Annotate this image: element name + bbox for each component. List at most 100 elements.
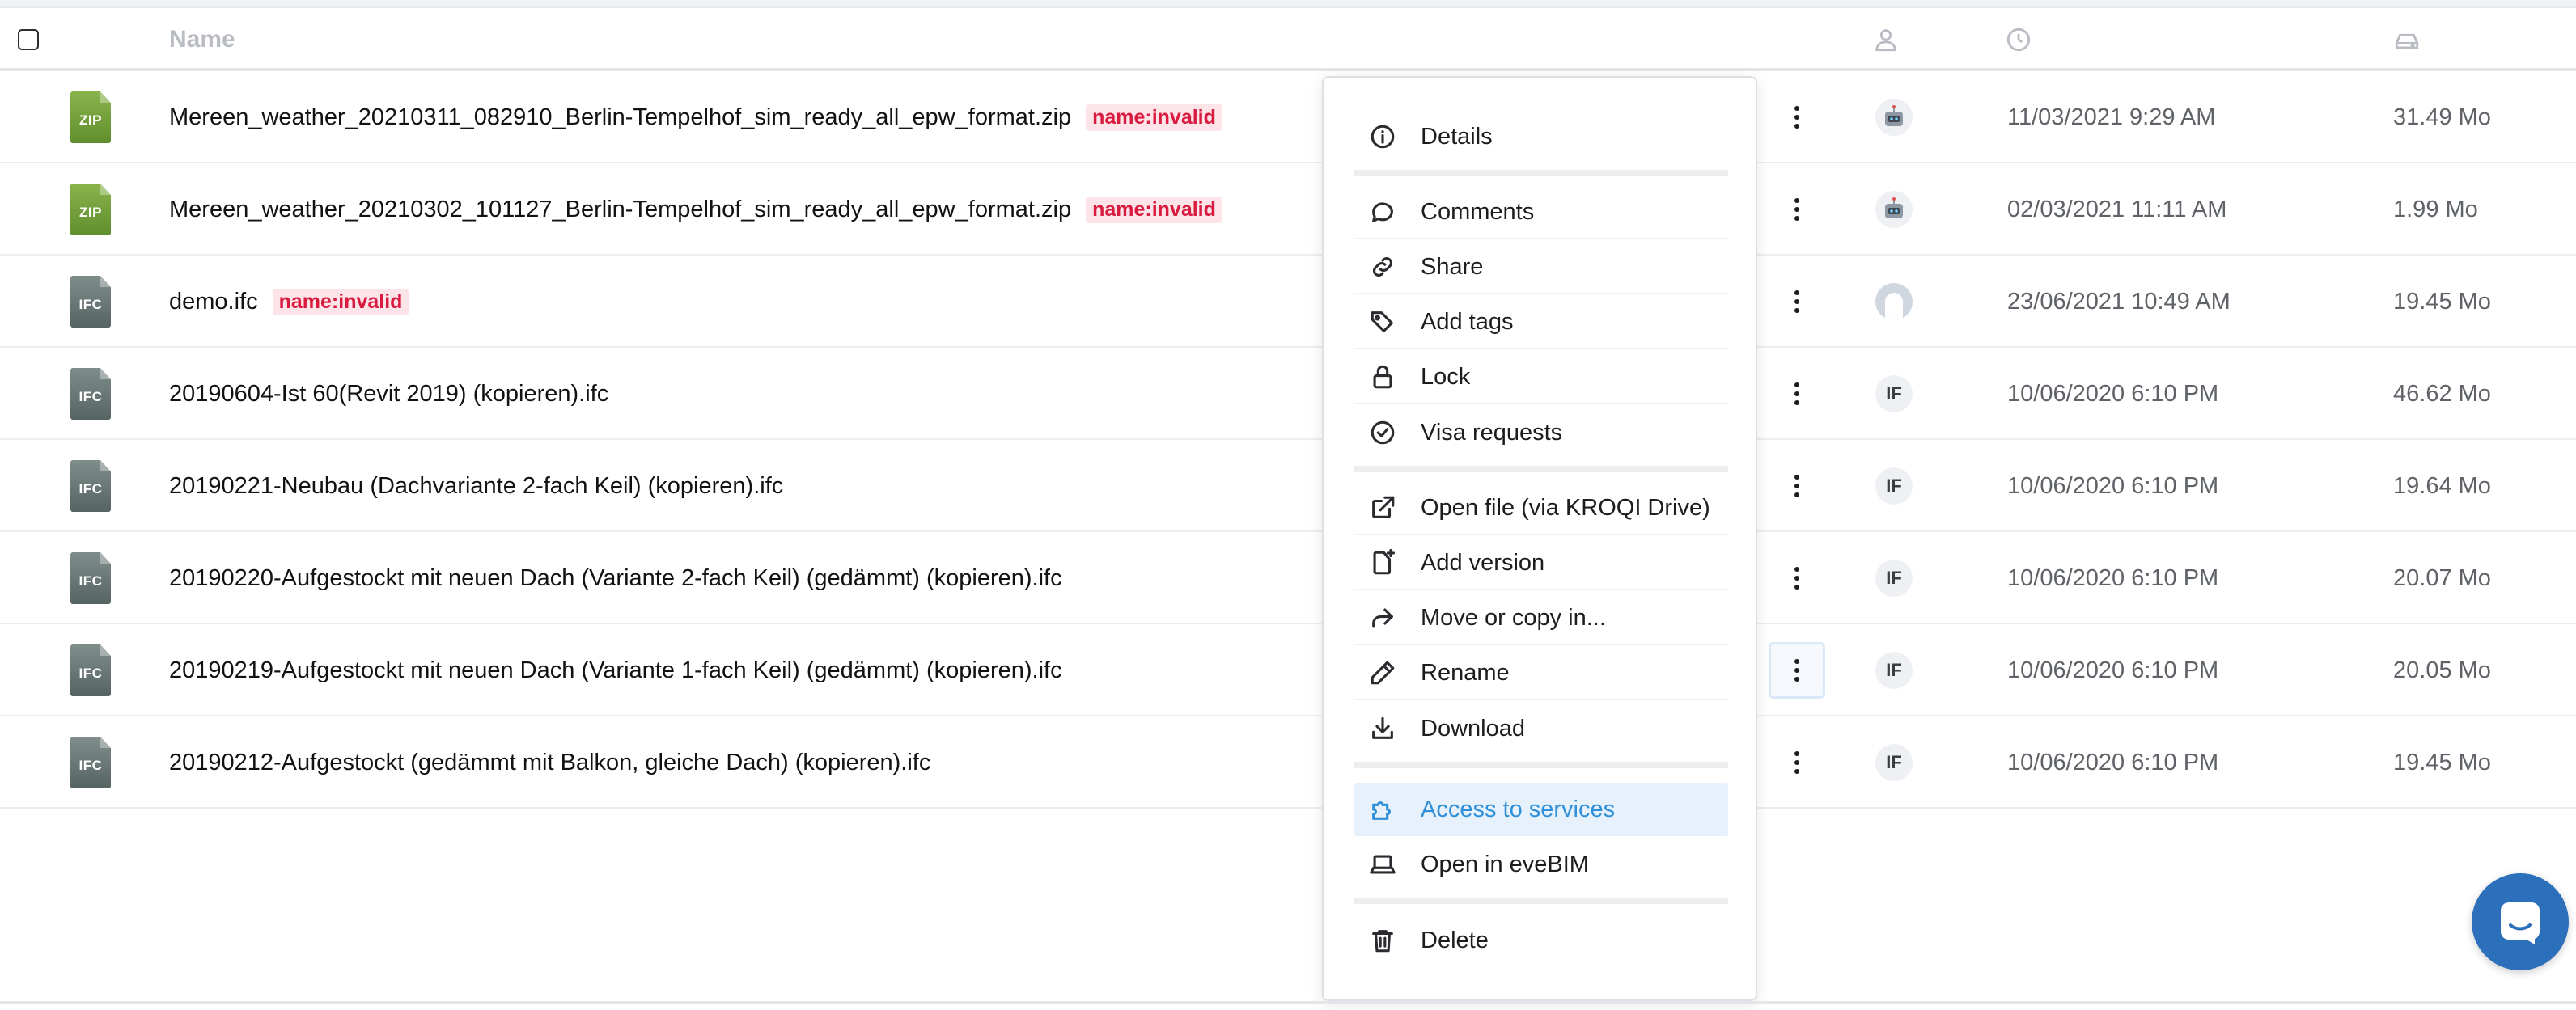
row-actions-button[interactable] <box>1769 550 1825 606</box>
menu-item-access-services[interactable]: Access to services <box>1354 783 1728 836</box>
table-row[interactable]: IFC demo.ifc name:invalid 23/06/2021 10:4… <box>0 256 2576 348</box>
menu-item-label: Access to services <box>1421 796 1616 822</box>
table-header: Name <box>0 8 2576 71</box>
menu-item-label: Move or copy in... <box>1421 604 1606 631</box>
menu-item-lock[interactable]: Lock <box>1354 351 1728 404</box>
menu-divider <box>1354 170 1728 176</box>
file-name[interactable]: 20190220-Aufgestockt mit neuen Dach (Var… <box>169 565 1062 592</box>
ifc-file-icon: IFC <box>70 460 111 512</box>
file-name[interactable]: 20190221-Neubau (Dachvariante 2-fach Kei… <box>169 473 783 500</box>
robot-icon <box>1885 197 1903 218</box>
more-vertical-icon <box>1794 565 1799 592</box>
menu-item-add-version[interactable]: Add version <box>1354 537 1728 590</box>
ifc-file-icon: IFC <box>70 644 111 696</box>
table-row[interactable]: IFC 20190219-Aufgestockt mit neuen Dach … <box>0 624 2576 716</box>
chat-launcher-button[interactable] <box>2472 873 2569 970</box>
invalid-name-tag: name:invalid <box>1086 196 1222 223</box>
more-vertical-icon <box>1794 473 1799 500</box>
menu-item-label: Visa requests <box>1421 419 1563 446</box>
file-size: 20.05 Mo <box>2393 657 2491 683</box>
more-vertical-icon <box>1794 289 1799 315</box>
modified-date: 11/03/2021 9:29 AM <box>2007 104 2216 130</box>
ifc-file-icon: IFC <box>70 368 111 420</box>
menu-item-add-tags[interactable]: Add tags <box>1354 296 1728 349</box>
name-column-header[interactable]: Name <box>169 26 235 53</box>
menu-item-visa-requests[interactable]: Visa requests <box>1354 406 1728 459</box>
row-actions-button[interactable] <box>1769 458 1825 514</box>
menu-item-move-copy[interactable]: Move or copy in... <box>1354 592 1728 645</box>
menu-item-label: Share <box>1421 253 1484 280</box>
menu-item-label: Download <box>1421 715 1525 742</box>
laptop-icon <box>1370 855 1396 874</box>
table-row[interactable]: IFC 20190220-Aufgestockt mit neuen Dach … <box>0 532 2576 624</box>
modified-date: 10/06/2020 6:10 PM <box>2007 657 2219 683</box>
row-actions-button[interactable] <box>1769 181 1825 238</box>
row-actions-button-active[interactable] <box>1769 642 1825 699</box>
row-actions-button[interactable] <box>1769 89 1825 146</box>
table-row[interactable]: IFC 20190212-Aufgestockt (gedämmt mit Ba… <box>0 716 2576 809</box>
external-link-icon <box>1372 496 1395 518</box>
lock-icon <box>1373 365 1392 389</box>
robot-icon <box>1885 105 1903 126</box>
file-size: 46.62 Mo <box>2393 380 2491 407</box>
modified-date: 10/06/2020 6:10 PM <box>2007 749 2219 775</box>
link-icon <box>1372 256 1393 277</box>
menu-item-details[interactable]: Details <box>1354 110 1728 163</box>
table-row[interactable]: IFC 20190221-Neubau (Dachvariante 2-fach… <box>0 440 2576 532</box>
avatar: IF <box>1875 744 1913 781</box>
table-row[interactable]: IFC 20190604-Ist 60(Revit 2019) (kopiere… <box>0 348 2576 440</box>
more-vertical-icon <box>1794 750 1799 776</box>
row-actions-button[interactable] <box>1769 366 1825 422</box>
puzzle-icon <box>1372 801 1391 820</box>
select-all-checkbox[interactable] <box>18 29 39 50</box>
zip-file-icon: ZIP <box>70 184 111 235</box>
file-size: 20.07 Mo <box>2393 564 2491 591</box>
file-name[interactable]: demo.ifc <box>169 289 258 315</box>
menu-divider <box>1354 898 1728 904</box>
menu-item-comments[interactable]: Comments <box>1354 186 1728 239</box>
top-border <box>0 0 2576 8</box>
file-size: 1.99 Mo <box>2393 196 2478 222</box>
file-name[interactable]: Mereen_weather_20210302_101127_Berlin-Te… <box>169 197 1071 223</box>
menu-item-delete[interactable]: Delete <box>1354 914 1728 967</box>
menu-item-share[interactable]: Share <box>1354 241 1728 294</box>
modified-date: 02/03/2021 11:11 AM <box>2007 196 2227 222</box>
row-actions-button[interactable] <box>1769 273 1825 330</box>
more-vertical-icon <box>1794 197 1799 223</box>
menu-item-rename[interactable]: Rename <box>1354 647 1728 700</box>
file-size: 19.45 Mo <box>2393 288 2491 315</box>
ifc-file-icon: IFC <box>70 552 111 604</box>
size-column-header[interactable] <box>2393 8 2421 71</box>
avatar: IF <box>1875 375 1913 412</box>
file-name[interactable]: 20190604-Ist 60(Revit 2019) (kopieren).i… <box>169 381 608 408</box>
table-row[interactable]: ZIP Mereen_weather_20210302_101127_Berli… <box>0 163 2576 256</box>
avatar <box>1875 283 1913 320</box>
table-row[interactable]: ZIP Mereen_weather_20210311_082910_Berli… <box>0 71 2576 163</box>
menu-item-open-evebim[interactable]: Open in eveBIM <box>1354 838 1728 891</box>
more-vertical-icon <box>1794 381 1799 408</box>
avatar: IF <box>1875 560 1913 597</box>
tags-icon <box>1371 311 1393 332</box>
avatar: IF <box>1875 652 1913 689</box>
menu-item-download[interactable]: Download <box>1354 702 1728 755</box>
menu-item-label: Comments <box>1421 198 1535 225</box>
menu-item-label: Open file (via KROQI Drive) <box>1421 494 1710 521</box>
drive-icon <box>2395 33 2419 49</box>
context-menu: Details Comments Share Add tags Lock Vis… <box>1322 76 1757 1001</box>
date-column-header[interactable] <box>2005 8 2032 71</box>
file-name[interactable]: 20190219-Aufgestockt mit neuen Dach (Var… <box>169 657 1062 684</box>
forward-arrow-icon <box>1372 608 1393 628</box>
file-plus-icon <box>1373 549 1396 575</box>
invalid-name-tag: name:invalid <box>1086 104 1222 131</box>
ifc-file-icon: IFC <box>70 276 111 328</box>
menu-item-open-file[interactable]: Open file (via KROQI Drive) <box>1354 482 1728 535</box>
row-actions-button[interactable] <box>1769 734 1825 791</box>
file-name[interactable]: Mereen_weather_20210311_082910_Berlin-Te… <box>169 104 1071 131</box>
menu-item-label: Lock <box>1421 363 1471 390</box>
select-all-cell <box>18 8 39 71</box>
zip-file-icon: ZIP <box>70 91 111 143</box>
owner-column-header[interactable] <box>1872 8 1900 71</box>
file-name[interactable]: 20190212-Aufgestockt (gedämmt mit Balkon… <box>169 750 930 776</box>
info-icon <box>1371 125 1395 149</box>
file-size: 31.49 Mo <box>2393 104 2491 130</box>
